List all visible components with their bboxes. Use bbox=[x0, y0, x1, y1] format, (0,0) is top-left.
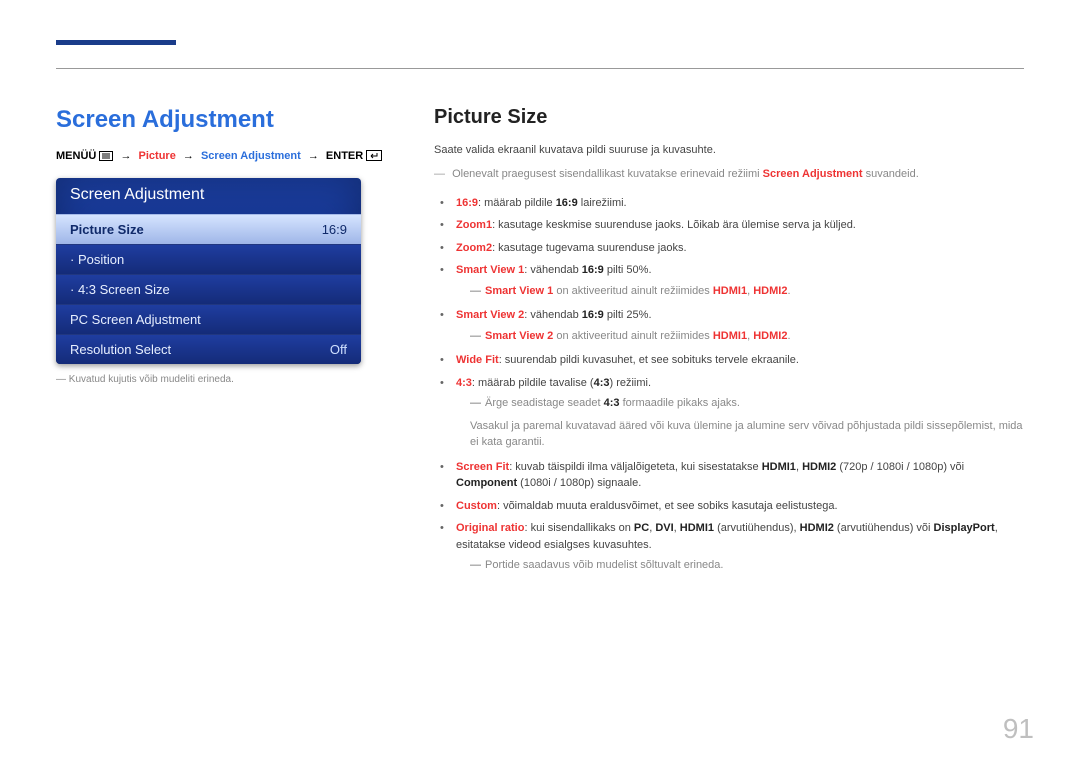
opt-16-9: 16:9: määrab pildile 16:9 lairežiimi. bbox=[456, 195, 1024, 212]
opt-smart-view-2-note: ― Smart View 2 on aktiveeritud ainult re… bbox=[470, 328, 1024, 345]
osd-row-picture-size[interactable]: Picture Size 16:9 bbox=[56, 214, 361, 244]
osd-row-value: 16:9 bbox=[322, 222, 347, 237]
osd-row-43-screen-size[interactable]: · 4:3 Screen Size bbox=[56, 274, 361, 304]
mode-note-highlight: Screen Adjustment bbox=[763, 168, 863, 180]
arrow-icon: → bbox=[308, 150, 319, 162]
arrow-icon: → bbox=[183, 150, 194, 162]
opt-smart-view-1: Smart View 1: vähendab 16:9 pilti 50%. ―… bbox=[456, 262, 1024, 299]
page-number: 91 bbox=[1003, 713, 1034, 745]
intro-text: Saate valida ekraanil kuvatava pildi suu… bbox=[434, 143, 1024, 159]
section-heading: Screen Adjustment bbox=[56, 106, 396, 134]
osd-row-label: · Position bbox=[70, 252, 124, 267]
opt-smart-view-2: Smart View 2: vähendab 16:9 pilti 25%. ―… bbox=[456, 307, 1024, 344]
osd-title: Screen Adjustment bbox=[56, 178, 361, 214]
opt-smart-view-1-note: ― Smart View 1 on aktiveeritud ainult re… bbox=[470, 283, 1024, 300]
menu-icon bbox=[99, 150, 116, 162]
left-column: Screen Adjustment MENÜÜ → Picture → Scre… bbox=[56, 106, 396, 582]
opt-zoom2: Zoom2: kasutage tugevama suurenduse jaok… bbox=[456, 240, 1024, 257]
opt-4-3-note-1: ― Ärge seadistage seadet 4:3 formaadile … bbox=[470, 395, 1024, 412]
subsection-heading: Picture Size bbox=[434, 106, 1024, 129]
mode-note-pre: Olenevalt praegusest sisendallikast kuva… bbox=[452, 168, 763, 180]
osd-row-label: PC Screen Adjustment bbox=[70, 312, 201, 327]
mode-note: ― Olenevalt praegusest sisendallikast ku… bbox=[434, 167, 1024, 183]
breadcrumb-enter: ENTER bbox=[326, 150, 363, 162]
osd-row-value: Off bbox=[330, 342, 347, 357]
opt-screen-fit: Screen Fit: kuvab täispildi ilma väljalõ… bbox=[456, 459, 1024, 492]
osd-footnote: ― Kuvatud kujutis võib mudeliti erineda. bbox=[56, 374, 396, 385]
right-column: Picture Size Saate valida ekraanil kuvat… bbox=[434, 106, 1024, 582]
osd-row-label: · 4:3 Screen Size bbox=[70, 282, 170, 297]
osd-row-resolution-select[interactable]: Resolution Select Off bbox=[56, 334, 361, 364]
osd-row-label: Resolution Select bbox=[70, 342, 171, 357]
opt-4-3-note-2: Vasakul ja paremal kuvatavad ääred või k… bbox=[470, 418, 1024, 451]
breadcrumb-screen-adjustment: Screen Adjustment bbox=[201, 150, 301, 162]
osd-panel: Screen Adjustment Picture Size 16:9 · Po… bbox=[56, 178, 361, 364]
opt-original-ratio: Original ratio: kui sisendallikaks on PC… bbox=[456, 520, 1024, 574]
osd-row-label: Picture Size bbox=[70, 222, 144, 237]
opt-wide-fit: Wide Fit: suurendab pildi kuvasuhet, et … bbox=[456, 352, 1024, 369]
enter-icon bbox=[366, 150, 382, 162]
opt-custom: Custom: võimaldab muuta eraldusvõimet, e… bbox=[456, 498, 1024, 515]
mode-note-post: suvandeid. bbox=[863, 168, 919, 180]
arrow-icon: → bbox=[120, 150, 131, 162]
osd-row-position[interactable]: · Position bbox=[56, 244, 361, 274]
top-rule bbox=[56, 68, 1024, 69]
breadcrumb-picture: Picture bbox=[139, 150, 176, 162]
osd-footnote-text: Kuvatud kujutis võib mudeliti erineda. bbox=[69, 374, 234, 385]
opt-4-3: 4:3: määrab pildile tavalise (4:3) režii… bbox=[456, 375, 1024, 451]
opt-zoom1: Zoom1: kasutage keskmise suurenduse jaok… bbox=[456, 217, 1024, 234]
breadcrumb: MENÜÜ → Picture → Screen Adjustment → EN… bbox=[56, 150, 396, 162]
opt-original-ratio-note: ― Portide saadavus võib mudelist sõltuva… bbox=[470, 557, 1024, 574]
osd-row-pc-screen-adjustment[interactable]: PC Screen Adjustment bbox=[56, 304, 361, 334]
brand-bar bbox=[56, 40, 176, 45]
breadcrumb-menu: MENÜÜ bbox=[56, 150, 96, 162]
options-list: 16:9: määrab pildile 16:9 lairežiimi. Zo… bbox=[434, 195, 1024, 574]
